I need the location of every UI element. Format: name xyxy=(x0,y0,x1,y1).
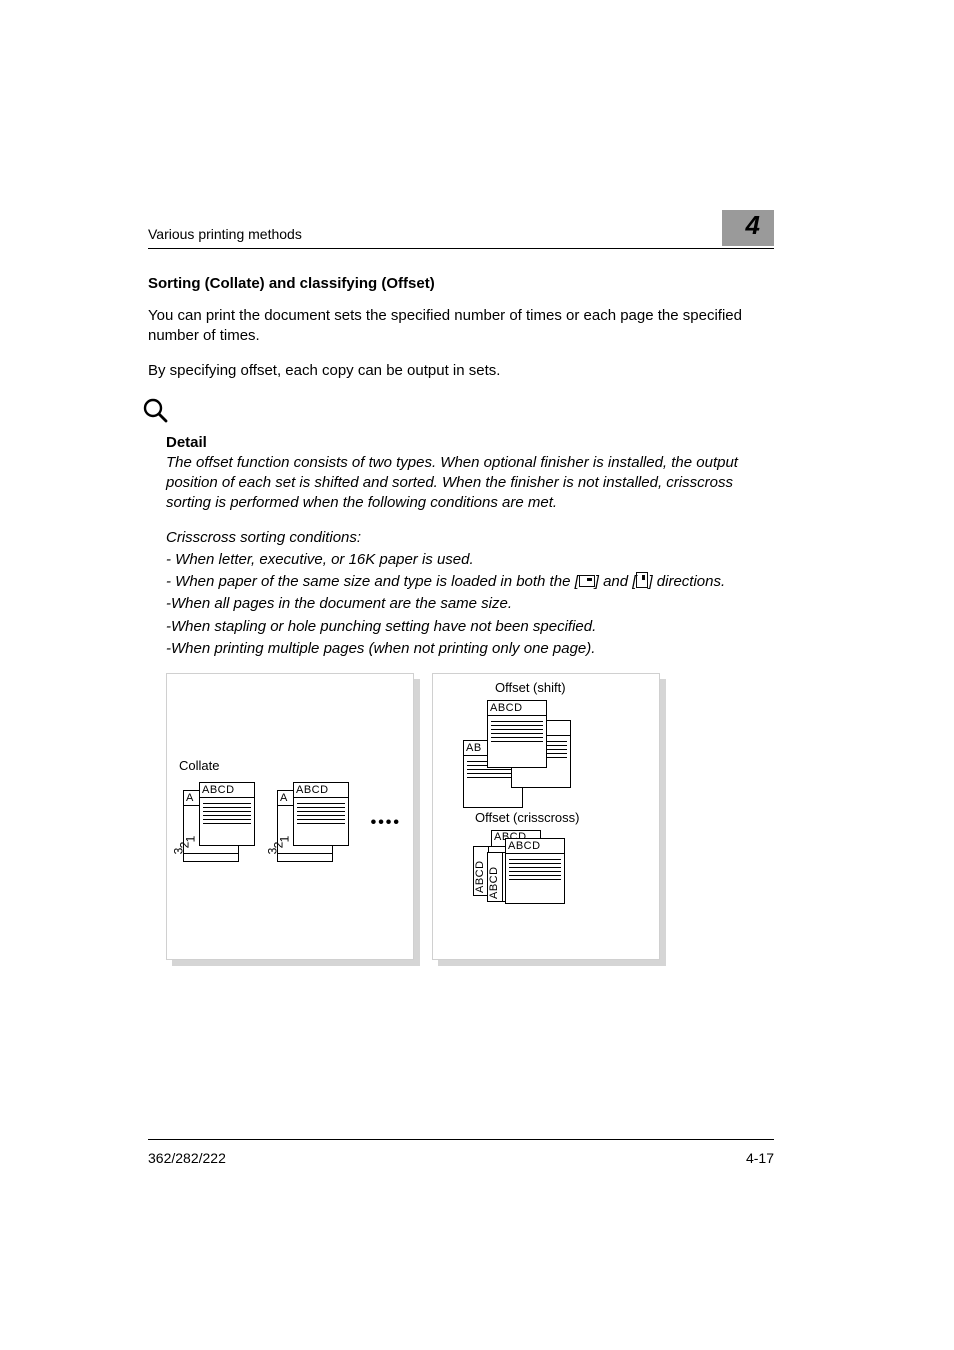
condition-3: -When all pages in the document are the … xyxy=(166,594,774,614)
condition-1: - When letter, executive, or 16K paper i… xyxy=(166,550,774,570)
offset-panel: Offset (shift) AB CD ABCD Offset (crissc… xyxy=(432,673,660,960)
stack-number-1: 1 xyxy=(183,836,197,843)
page-header: Various printing methods 4 xyxy=(148,210,774,249)
condition-2: - When paper of the same size and type i… xyxy=(166,572,774,592)
offset-shift-label: Offset (shift) xyxy=(495,680,566,695)
stack-number-2: 2 xyxy=(177,842,191,849)
diagram-area: Collate A A ABCD 3 2 1 A A ABCD xyxy=(166,673,774,960)
sheet-text: ABCD xyxy=(488,853,503,901)
detail-label: Detail xyxy=(166,434,774,451)
footer-page-number: 4-17 xyxy=(746,1150,774,1166)
collate-label: Collate xyxy=(179,758,219,773)
sheet-text: ABCD xyxy=(488,701,546,716)
footer-model: 362/282/222 xyxy=(148,1150,226,1166)
condition-2-prefix: - When paper of the same size and type i… xyxy=(166,573,579,590)
section-heading: Sorting (Collate) and classifying (Offse… xyxy=(148,275,774,292)
detail-block: Detail The offset function consists of t… xyxy=(148,397,774,659)
chapter-number-tab: 4 xyxy=(722,210,774,246)
running-head: Various printing methods xyxy=(148,226,302,246)
stack-number-2b: 2 xyxy=(271,842,285,849)
condition-5: -When printing multiple pages (when not … xyxy=(166,639,774,659)
sheet-text: ABCD xyxy=(294,783,348,798)
landscape-paper-icon xyxy=(579,575,595,587)
condition-4: -When stapling or hole punching setting … xyxy=(166,617,774,637)
body-paragraph-2: By specifying offset, each copy can be o… xyxy=(148,361,774,381)
collate-panel: Collate A A ABCD 3 2 1 A A ABCD xyxy=(166,673,414,960)
sheet-text: ABCD xyxy=(506,839,564,854)
sheet-text: ABCD xyxy=(200,783,254,798)
stack-number-3: 3 xyxy=(171,848,185,855)
stack-number-3b: 3 xyxy=(265,848,279,855)
portrait-paper-icon xyxy=(636,572,648,588)
stack-number-1b: 1 xyxy=(277,836,291,843)
conditions-intro: Crisscross sorting conditions: xyxy=(166,528,774,548)
magnifier-icon xyxy=(142,397,774,430)
detail-paragraph: The offset function consists of two type… xyxy=(166,453,774,514)
body-paragraph-1: You can print the document sets the spec… xyxy=(148,306,774,347)
condition-2-suffix: ] directions. xyxy=(648,573,725,590)
ellipsis-icon: •••• xyxy=(371,814,401,832)
offset-crisscross-label: Offset (crisscross) xyxy=(475,810,580,825)
condition-2-mid: ] and [ xyxy=(595,573,637,590)
page-footer: 362/282/222 4-17 xyxy=(148,1139,774,1166)
